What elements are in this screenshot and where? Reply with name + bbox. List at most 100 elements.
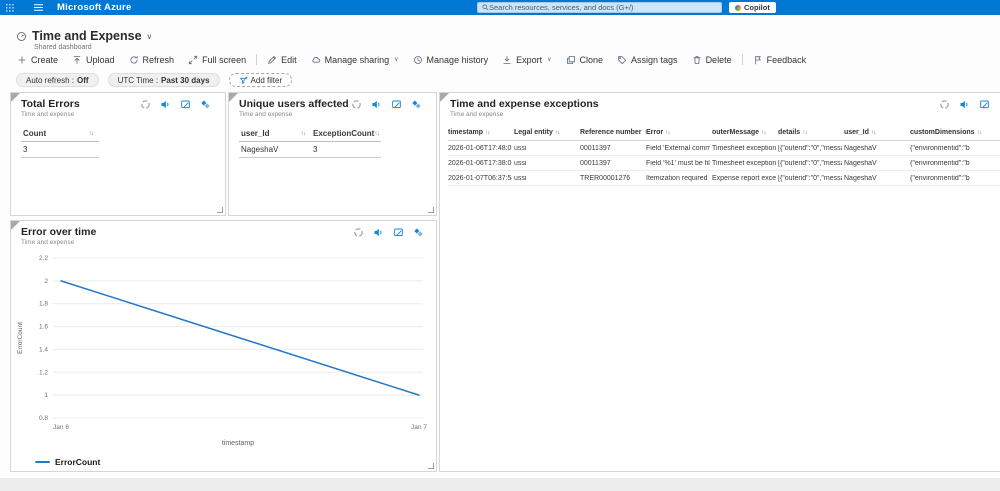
column-header-details[interactable]: details ↑↓	[778, 129, 842, 136]
dashboard-icon	[17, 31, 26, 41]
tile-subtitle: Time and expense	[450, 111, 504, 118]
page-title: Time and Expense	[32, 29, 142, 43]
sort-icon: ↑↓	[976, 128, 982, 136]
tile-refresh-spinner-icon[interactable]	[351, 99, 362, 110]
column-header-count[interactable]: Count ↑↓	[21, 126, 99, 142]
svg-text:Jan 7: Jan 7	[411, 424, 427, 431]
hamburger-menu-button[interactable]	[28, 0, 49, 15]
svg-text:1.8: 1.8	[39, 301, 48, 308]
manage-sharing-button[interactable]: Manage sharing ∨	[304, 55, 406, 65]
waffle-icon	[6, 3, 14, 12]
feedback-button[interactable]: Feedback	[746, 55, 814, 65]
column-header-timestamp[interactable]: timestamp ↑↓	[448, 129, 512, 136]
svg-text:Jan 6: Jan 6	[53, 424, 69, 431]
search-input[interactable]	[489, 3, 717, 12]
svg-text:ErrorCount: ErrorCount	[17, 322, 24, 354]
column-header-outer-message[interactable]: outerMessage ↑↓	[712, 129, 776, 136]
svg-text:timestamp: timestamp	[222, 440, 254, 447]
waffle-menu-button[interactable]	[0, 0, 20, 15]
table-row[interactable]: 3	[21, 142, 225, 158]
column-header-custom-dimensions[interactable]: customDimensions ↑↓	[910, 129, 1000, 136]
tag-icon	[618, 55, 627, 64]
tile-workbook-icon[interactable]	[200, 99, 211, 110]
tile-edit-note-icon[interactable]	[979, 99, 990, 110]
tile-speaker-icon[interactable]	[371, 99, 382, 110]
tile-refresh-spinner-icon[interactable]	[353, 227, 364, 238]
tile-resize-handle[interactable]	[217, 207, 223, 213]
tile-resize-handle[interactable]	[428, 207, 434, 213]
export-button[interactable]: Export ∨	[495, 55, 558, 65]
upload-button[interactable]: Upload	[65, 55, 122, 65]
auto-refresh-pill[interactable]: Auto refresh : Off	[16, 73, 99, 87]
full-screen-button[interactable]: Full screen	[181, 55, 253, 65]
tile-edit-note-icon[interactable]	[391, 99, 402, 110]
tile-speaker-icon[interactable]	[959, 99, 970, 110]
filter-bar: Auto refresh : Off UTC Time : Past 30 da…	[16, 73, 293, 87]
tile-subtitle: Time and expense	[21, 239, 75, 246]
copilot-button[interactable]: Copilot	[729, 2, 776, 13]
legend-label: ErrorCount	[55, 457, 101, 467]
refresh-button[interactable]: Refresh	[122, 55, 182, 65]
column-header-user-id[interactable]: user_Id ↑↓	[844, 129, 908, 136]
clone-button[interactable]: Clone	[559, 55, 611, 65]
column-header-user-id[interactable]: user_Id ↑↓	[239, 126, 311, 142]
tile-edit-note-icon[interactable]	[393, 227, 404, 238]
add-filter-pill[interactable]: Add filter	[228, 73, 293, 87]
legend-line-swatch	[35, 461, 50, 463]
manage-history-button[interactable]: Manage history	[406, 55, 496, 65]
tile-workbook-icon[interactable]	[413, 227, 424, 238]
sort-icon: ↑↓	[802, 128, 807, 136]
sort-icon: ↑↓	[88, 130, 94, 137]
table-row[interactable]: 2026-01-07T06:37:54 ussi TRER00001276 It…	[448, 171, 1000, 186]
tile-title: Time and expense exceptions	[450, 98, 599, 110]
page-subtitle: Shared dashboard	[34, 44, 92, 51]
column-header-error[interactable]: Error ↑↓	[646, 129, 710, 136]
add-filter-icon	[239, 76, 248, 84]
table-row[interactable]: 2026-01-06T17:38:06 ussi 00011397 Field …	[448, 156, 1000, 171]
tile-refresh-spinner-icon[interactable]	[140, 99, 151, 110]
azure-portal-page: Microsoft Azure Copilot Time and Expense…	[0, 0, 1000, 491]
dashboard-canvas: Time and Expense ∨ Shared dashboard Crea…	[0, 15, 1000, 491]
upload-icon	[73, 55, 81, 64]
dashboard-switcher-chevron-icon[interactable]: ∨	[147, 32, 153, 41]
total-errors-table: Count ↑↓ 3	[21, 126, 225, 158]
table-row[interactable]: NageshaV 3	[239, 142, 436, 158]
product-title[interactable]: Microsoft Azure	[57, 2, 131, 13]
svg-text:1.4: 1.4	[39, 346, 48, 353]
clone-icon	[566, 55, 575, 64]
svg-text:1: 1	[44, 392, 48, 399]
chart-legend[interactable]: ErrorCount	[35, 457, 436, 467]
create-button[interactable]: Create	[10, 55, 65, 65]
utc-time-pill[interactable]: UTC Time : Past 30 days	[107, 73, 220, 87]
error-over-time-chart: 2.2 2 1.8 1.6 1.4 1.2 1 0.8 Jan 6 Jan 7 timestamp E…	[17, 255, 427, 447]
copilot-icon	[735, 4, 741, 11]
tile-subtitle: Time and expense	[239, 111, 293, 118]
assign-tags-button[interactable]: Assign tags	[610, 55, 685, 65]
column-header-exception-count[interactable]: ExceptionCount ↑↓	[311, 126, 381, 142]
hamburger-icon	[34, 4, 43, 11]
tile-speaker-icon[interactable]	[373, 227, 384, 238]
column-header-legal-entity[interactable]: Legal entity ↑↓	[514, 129, 578, 136]
svg-text:0.8: 0.8	[39, 415, 48, 422]
table-row[interactable]: 2026-01-06T17:48:09 ussi 00011397 Field …	[448, 141, 1000, 156]
sort-icon: ↑↓	[665, 128, 670, 136]
delete-button[interactable]: Delete	[685, 55, 739, 65]
tile-subtitle: Time and expense	[21, 111, 75, 118]
column-header-reference-number[interactable]: Reference number ↑↓	[580, 129, 649, 136]
svg-text:2.2: 2.2	[39, 255, 48, 262]
top-bar: Microsoft Azure Copilot	[0, 0, 1000, 15]
dashboard-header: Time and Expense ∨	[16, 29, 152, 43]
edit-button[interactable]: Edit	[260, 55, 304, 65]
chevron-down-icon: ∨	[394, 57, 399, 63]
tile-unique-users: Unique users affected Time and expense u…	[228, 92, 437, 216]
tile-speaker-icon[interactable]	[160, 99, 171, 110]
unique-users-table: user_Id ↑↓ ExceptionCount ↑↓ NageshaV 3	[239, 126, 436, 158]
pencil-icon	[268, 55, 276, 64]
sort-icon: ↑↓	[761, 128, 766, 136]
tile-workbook-icon[interactable]	[411, 99, 422, 110]
refresh-icon	[129, 55, 138, 64]
tile-edit-note-icon[interactable]	[180, 99, 191, 110]
tile-resize-handle[interactable]	[428, 463, 434, 469]
global-search	[477, 2, 722, 13]
tile-refresh-spinner-icon[interactable]	[939, 99, 950, 110]
